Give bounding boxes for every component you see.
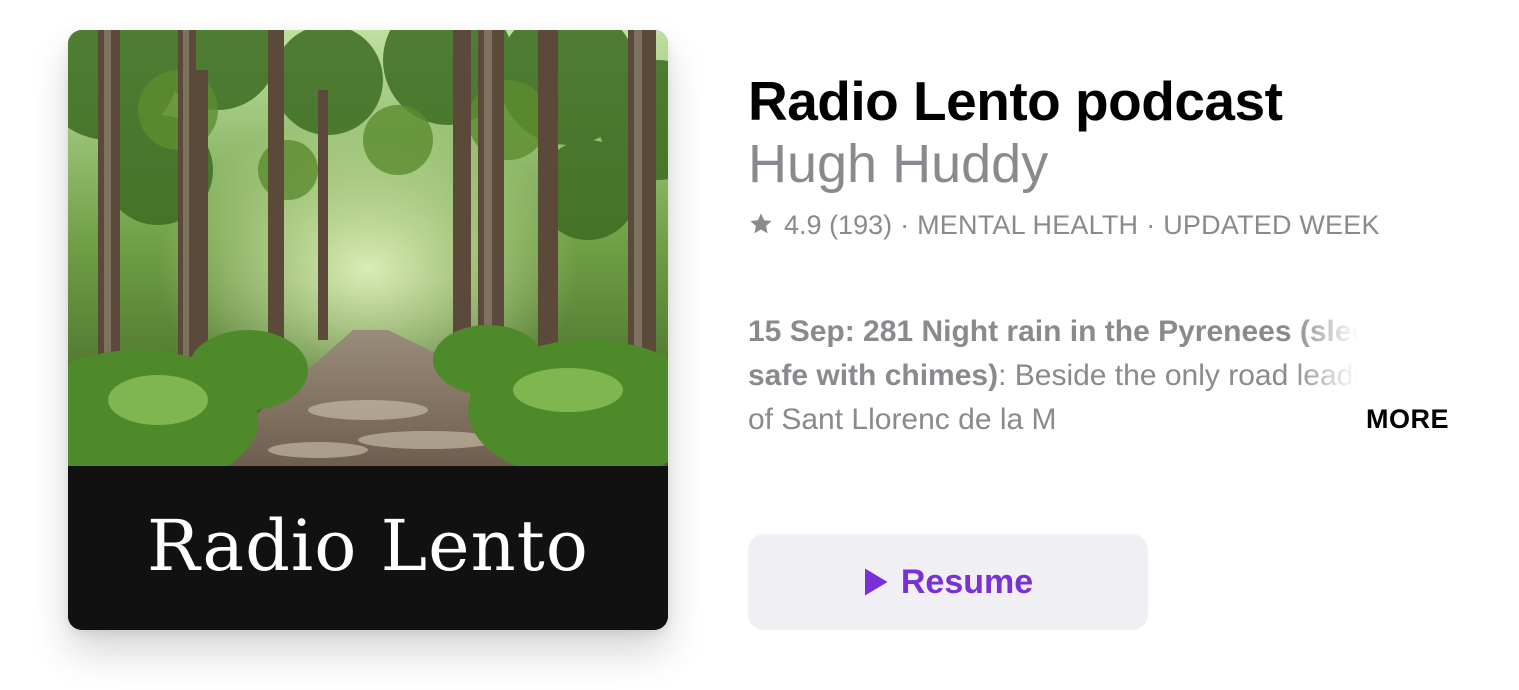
- artwork-title: Radio Lento: [147, 505, 589, 587]
- latest-episode-summary[interactable]: 15 Sep: 281 Night rain in the Pyrenees (…: [748, 310, 1453, 450]
- forest-path-photo: [68, 30, 668, 466]
- artwork-title-band: Radio Lento: [68, 466, 668, 630]
- category-link[interactable]: MENTAL HEALTH: [917, 208, 1138, 242]
- podcast-meta: 4.9 (193) · MENTAL HEALTH · UPDATED WEEK: [748, 208, 1468, 242]
- rating-count: (193): [829, 210, 893, 240]
- play-icon: [864, 568, 888, 596]
- podcast-info: Radio Lento podcast Hugh Huddy 4.9 (193)…: [748, 70, 1468, 242]
- meta-separator: ·: [1146, 210, 1156, 240]
- resume-button[interactable]: Resume: [748, 534, 1148, 630]
- star-icon: [750, 213, 772, 234]
- resume-label: Resume: [900, 562, 1034, 601]
- rating-value: 4.9: [784, 210, 822, 240]
- meta-separator: ·: [900, 210, 910, 240]
- more-button[interactable]: MORE: [1364, 401, 1449, 437]
- update-frequency: UPDATED WEEK: [1163, 210, 1380, 240]
- podcast-title: Radio Lento podcast: [748, 70, 1283, 132]
- episode-text: 15 Sep: 281 Night rain in the Pyrenees (…: [748, 310, 1453, 442]
- podcast-author-link[interactable]: Hugh Huddy: [748, 134, 1468, 194]
- podcast-artwork[interactable]: Radio Lento: [68, 30, 668, 630]
